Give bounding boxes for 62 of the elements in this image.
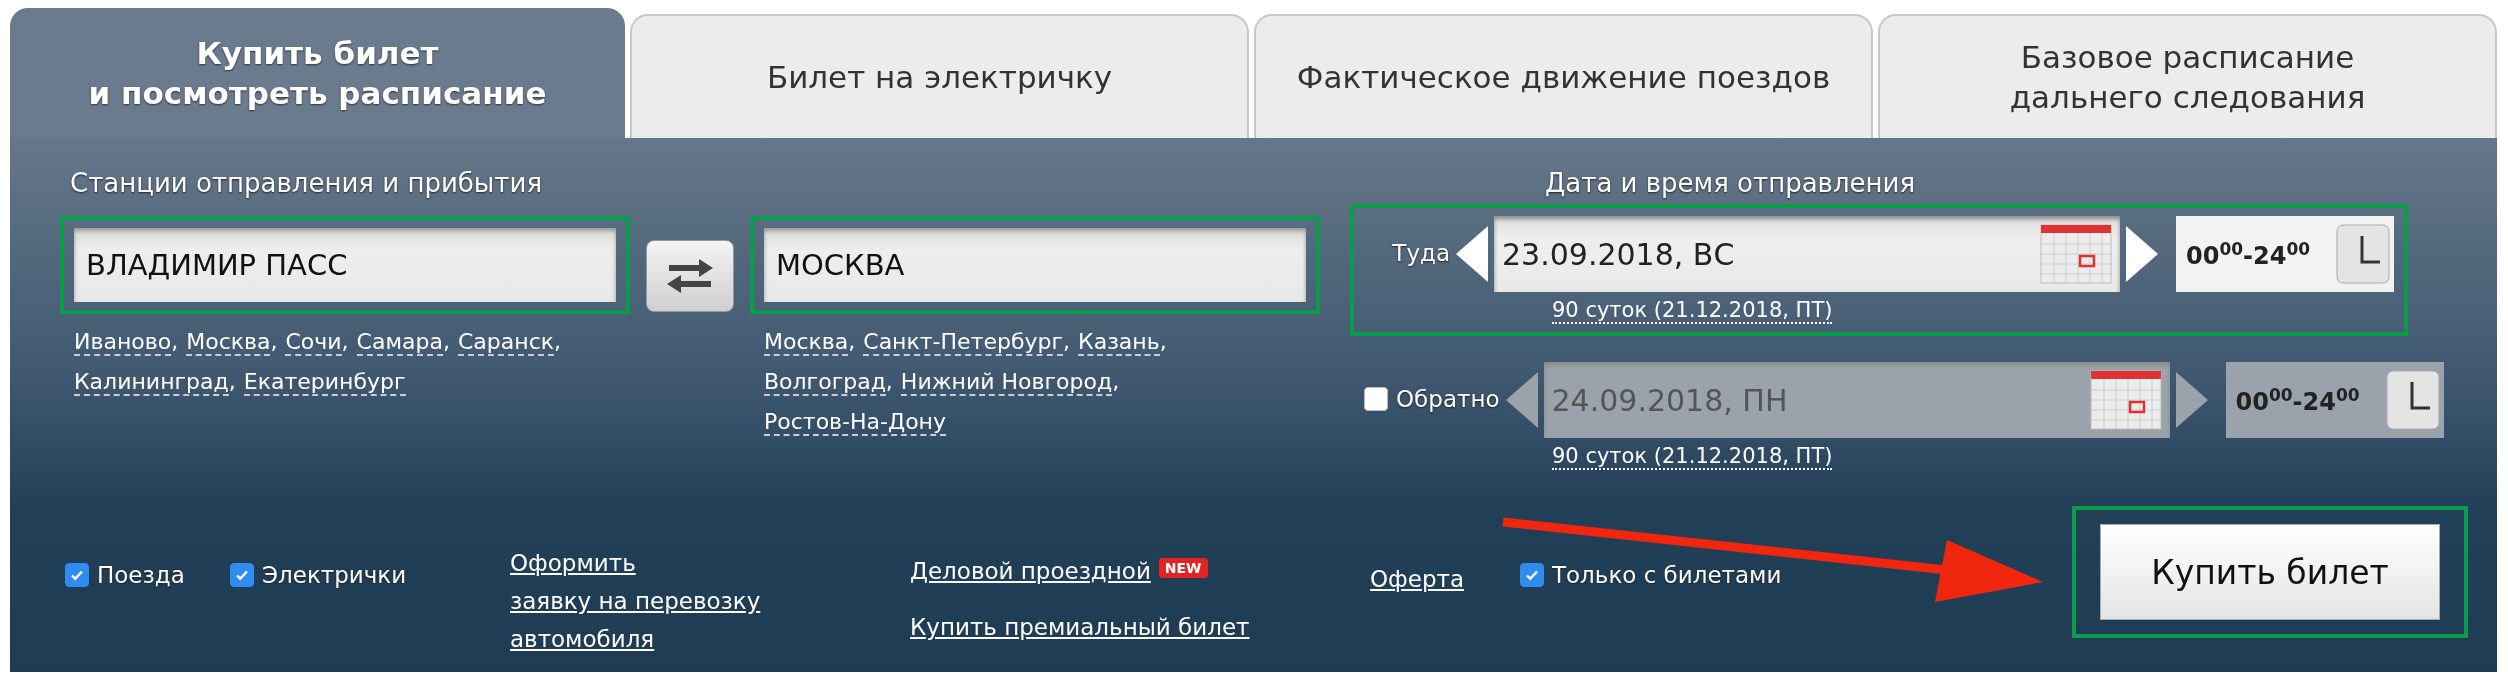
new-badge: NEW [1158, 558, 1208, 578]
separator-text: , [1063, 329, 1071, 354]
previous-day-icon[interactable] [1456, 226, 1488, 282]
separator-text: , [442, 329, 450, 354]
station-field[interactable]: МОСКВА [764, 228, 1306, 302]
station-suggestion-link[interactable]: Санкт-Петербург [863, 329, 1064, 356]
station-suggestion-link[interactable]: Самара [356, 329, 443, 356]
station-suggestion-link[interactable]: Иваново [74, 329, 172, 356]
next-day-icon[interactable] [2175, 372, 2208, 428]
time-range-value: 00$^{00}$-24$^{00}$ [2235, 384, 2360, 416]
section-heading: Станции отправления и прибытия [70, 168, 544, 198]
tab[interactable]: Билет на электричку [630, 14, 1249, 138]
station-suggestion-link[interactable]: Ростов-На-Дону [764, 409, 946, 436]
checkbox-label: Поезда [97, 562, 185, 588]
separator-text: , [270, 329, 278, 354]
tab[interactable]: Фактическое движение поездов [1254, 14, 1873, 138]
swap-arrows-icon [665, 256, 715, 296]
checkbox-label: Электрички [262, 562, 407, 588]
separator-text: , [341, 329, 349, 354]
previous-day-icon[interactable] [1505, 372, 1538, 428]
station-field[interactable]: ВЛАДИМИР ПАСС [74, 228, 616, 302]
tab[interactable]: Купить билет и посмотреть расписание [10, 8, 625, 138]
checkbox[interactable] [1520, 563, 1544, 587]
checkbox[interactable] [65, 563, 89, 587]
time-range-field[interactable]: 00$^{00}$-24$^{00}$ [2176, 216, 2394, 292]
buy-ticket-button[interactable]: Купить билет [2100, 524, 2440, 620]
checkbox[interactable] [230, 563, 254, 587]
time-range-value: 00$^{00}$-24$^{00}$ [2186, 238, 2311, 270]
offer-link[interactable]: Оферта [1370, 560, 1464, 598]
station-suggestion-link[interactable]: Калининград [74, 369, 229, 396]
station-suggestion-link[interactable]: Волгоград [764, 369, 886, 396]
station-suggestion-link[interactable]: Нижний Новгород [900, 369, 1113, 396]
next-day-icon[interactable] [2126, 226, 2158, 282]
separator-text: , [848, 329, 856, 354]
business-pass-link[interactable]: Деловой проездной [910, 558, 1151, 584]
station-suggestion-link[interactable]: Казань [1078, 329, 1160, 356]
separator-text: , [554, 329, 562, 354]
station-suggestion-link[interactable]: Саранск [457, 329, 555, 356]
separator-text: , [228, 369, 236, 394]
booking-limit-link[interactable]: 90 суток (21.12.2018, ПТ) [1552, 298, 1833, 324]
station-suggestion-link[interactable]: Сочи [285, 329, 342, 356]
separator-text: , [171, 329, 179, 354]
date-value: 24.09.2018, ПН [1551, 382, 1788, 418]
station-suggestion-link[interactable]: Екатеринбург [243, 369, 406, 396]
swap-button[interactable] [646, 240, 734, 312]
date-value: 23.09.2018, ВС [1502, 236, 1735, 272]
clock-icon[interactable] [2385, 370, 2440, 430]
section-heading: Дата и время отправления [1545, 168, 1917, 198]
separator-text: , [1159, 329, 1167, 354]
direction-label: Туда [1392, 240, 1450, 266]
separator-text: , [885, 369, 893, 394]
tab[interactable]: Базовое расписание дальнего следования [1878, 14, 2497, 138]
clock-icon[interactable] [2336, 224, 2390, 284]
separator-text: , [1112, 369, 1120, 394]
car-transport-link[interactable]: Оформить заявку на перевозку автомобиля [510, 544, 761, 658]
checkbox-label: Только с билетами [1552, 562, 1782, 588]
station-suggestion-link[interactable]: Москва [186, 329, 271, 356]
calendar-icon[interactable] [2040, 224, 2112, 284]
station-suggestion-link[interactable]: Москва [764, 329, 849, 356]
date-field[interactable]: 23.09.2018, ВС [1494, 216, 2120, 292]
premium-ticket-link[interactable]: Купить премиальный билет [910, 614, 1250, 640]
direction-label: Обратно [1396, 386, 1500, 412]
